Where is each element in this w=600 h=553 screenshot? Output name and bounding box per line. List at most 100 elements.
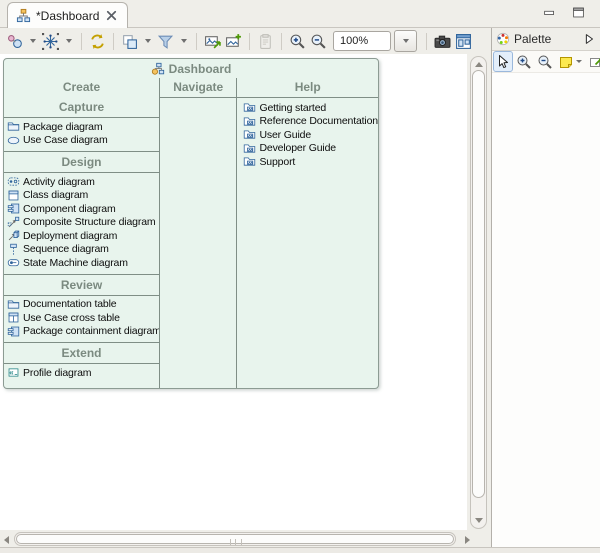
dashboard-item-user-guide[interactable]: User Guide <box>240 128 378 142</box>
scroll-up-arrow-icon[interactable] <box>475 62 483 67</box>
dashboard-item-activity-diagram[interactable]: Activity diagram <box>4 175 159 189</box>
dropdown-chevron-icon[interactable] <box>66 39 72 43</box>
filter-button[interactable] <box>155 30 176 52</box>
dashboard-item-developer-guide[interactable]: Developer Guide <box>240 142 378 156</box>
zoom-in-icon <box>289 33 306 50</box>
horizontal-scrollbar[interactable] <box>1 531 473 547</box>
dashboard-item-sequence-diagram[interactable]: Sequence diagram <box>4 243 159 257</box>
shortcut-tool-icon <box>588 54 600 70</box>
tab-dashboard[interactable]: *Dashboard <box>7 2 128 28</box>
dashboard-item-class-diagram[interactable]: Class diagram <box>4 189 159 203</box>
usecase-cross-table-icon <box>7 311 20 324</box>
dashboard-item-label: Component diagram <box>23 203 116 215</box>
vertical-scrollbar-thumb[interactable] <box>472 70 485 498</box>
sync-button[interactable] <box>87 30 108 52</box>
connections-button[interactable] <box>40 30 61 52</box>
usecase-diagram-icon <box>7 134 20 147</box>
main-toolbar: 100% <box>0 28 491 54</box>
tab-close-icon[interactable] <box>104 8 119 23</box>
state-machine-diagram-icon <box>7 256 20 269</box>
dashboard-item-package-containment-diagram[interactable]: Package containment diagram <box>4 325 159 339</box>
dashboard-item-label: Getting started <box>259 102 326 114</box>
dashboard-item-label: Use Case diagram <box>23 134 108 146</box>
select-tool-icon <box>495 54 511 70</box>
dashboard-item-composite-structure-diagram[interactable]: Composite Structure diagram <box>4 216 159 230</box>
scroll-down-arrow-icon[interactable] <box>475 518 483 523</box>
horizontal-scrollbar-track[interactable] <box>14 532 456 546</box>
paste-icon <box>257 33 274 50</box>
diagram-canvas[interactable]: Dashboard Create CapturePackage diagramU… <box>0 54 467 530</box>
help-doc-icon <box>243 101 256 114</box>
dashboard-panel: Dashboard Create CapturePackage diagramU… <box>3 58 379 389</box>
palette-icon <box>496 32 510 46</box>
dashboard-item-deployment-diagram[interactable]: Deployment diagram <box>4 229 159 243</box>
export-image-icon <box>204 33 221 50</box>
dashboard-item-label: Reference Documentation <box>259 115 378 127</box>
dashboard-item-component-diagram[interactable]: Component diagram <box>4 202 159 216</box>
copy-appearance-button[interactable] <box>119 30 140 52</box>
zoom-out-icon <box>537 54 553 70</box>
dashboard-item-label: Documentation table <box>23 298 116 310</box>
dashboard-item-state-machine-diagram[interactable]: State Machine diagram <box>4 256 159 270</box>
zoom-level-value[interactable]: 100% <box>333 31 391 51</box>
palette-collapse-icon[interactable] <box>582 32 596 46</box>
section-header-capture: Capture <box>4 97 159 117</box>
zoom-combo-dropdown-button[interactable] <box>394 30 417 52</box>
filter-icon <box>157 33 174 50</box>
section-header-design: Design <box>4 152 159 172</box>
chevron-down-icon <box>403 39 409 43</box>
column-header-create: Create <box>4 78 159 97</box>
dashboard-item-support[interactable]: Support <box>240 155 378 169</box>
snapshot-button[interactable] <box>432 30 453 52</box>
class-diagram-icon <box>7 189 20 202</box>
dashboard-item-getting-started[interactable]: Getting started <box>240 101 378 115</box>
shortcut-tool-button[interactable] <box>586 51 600 72</box>
toolbar-separator <box>426 33 427 50</box>
component-diagram-icon <box>7 202 20 215</box>
shapes-button[interactable] <box>4 30 25 52</box>
maximize-view-button[interactable] <box>571 6 586 19</box>
horizontal-scrollbar-thumb[interactable] <box>16 534 454 544</box>
sequence-diagram-icon <box>7 243 20 256</box>
vertical-scrollbar[interactable] <box>467 55 490 530</box>
zoom-in-button[interactable] <box>287 30 308 52</box>
dashboard-item-package-diagram[interactable]: Package diagram <box>4 120 159 134</box>
dashboard-item-label: Profile diagram <box>23 367 91 379</box>
zoom-out-button[interactable] <box>535 51 555 72</box>
toolbar-separator <box>113 33 114 50</box>
dashboard-item-label: Developer Guide <box>259 142 336 154</box>
dashboard-item-label: User Guide <box>259 129 311 141</box>
add-image-button[interactable] <box>223 30 244 52</box>
minimize-view-button[interactable] <box>542 6 557 19</box>
dashboard-item-label: Package containment diagram <box>23 325 159 337</box>
note-tool-button[interactable] <box>556 51 585 72</box>
dashboard-item-label: Use Case cross table <box>23 312 120 324</box>
copy-appearance-icon <box>121 33 138 50</box>
dashboard-title-label: Dashboard <box>169 62 232 76</box>
package-diagram-icon <box>7 120 20 133</box>
zoom-out-button[interactable] <box>308 30 329 52</box>
scroll-left-arrow-icon[interactable] <box>4 536 9 544</box>
export-image-button[interactable] <box>202 30 223 52</box>
select-tool-button[interactable] <box>493 51 513 72</box>
zoom-in-button[interactable] <box>514 51 534 72</box>
dashboard-item-use-case-diagram[interactable]: Use Case diagram <box>4 134 159 148</box>
dashboard-item-reference-documentation[interactable]: Reference Documentation <box>240 115 378 129</box>
dashboard-tab-icon <box>16 8 31 23</box>
dashboard-item-label: Support <box>259 156 295 168</box>
help-doc-icon <box>243 128 256 141</box>
dashboard-item-profile-diagram[interactable]: Profile diagram <box>4 366 159 380</box>
scroll-right-arrow-icon[interactable] <box>465 536 470 544</box>
dropdown-chevron-icon[interactable] <box>576 60 582 63</box>
dashboard-item-documentation-table[interactable]: Documentation table <box>4 298 159 312</box>
dropdown-chevron-icon[interactable] <box>145 39 151 43</box>
composite-structure-diagram-icon <box>7 216 20 229</box>
dashboard-item-use-case-cross-table[interactable]: Use Case cross table <box>4 311 159 325</box>
dropdown-chevron-icon[interactable] <box>181 39 187 43</box>
zoom-out-icon <box>310 33 327 50</box>
palette-header[interactable]: Palette <box>492 28 600 51</box>
scrollbar-grip <box>230 539 242 545</box>
arrange-button[interactable] <box>453 30 474 52</box>
dropdown-chevron-icon[interactable] <box>30 39 36 43</box>
vertical-scrollbar-track[interactable] <box>470 56 487 529</box>
